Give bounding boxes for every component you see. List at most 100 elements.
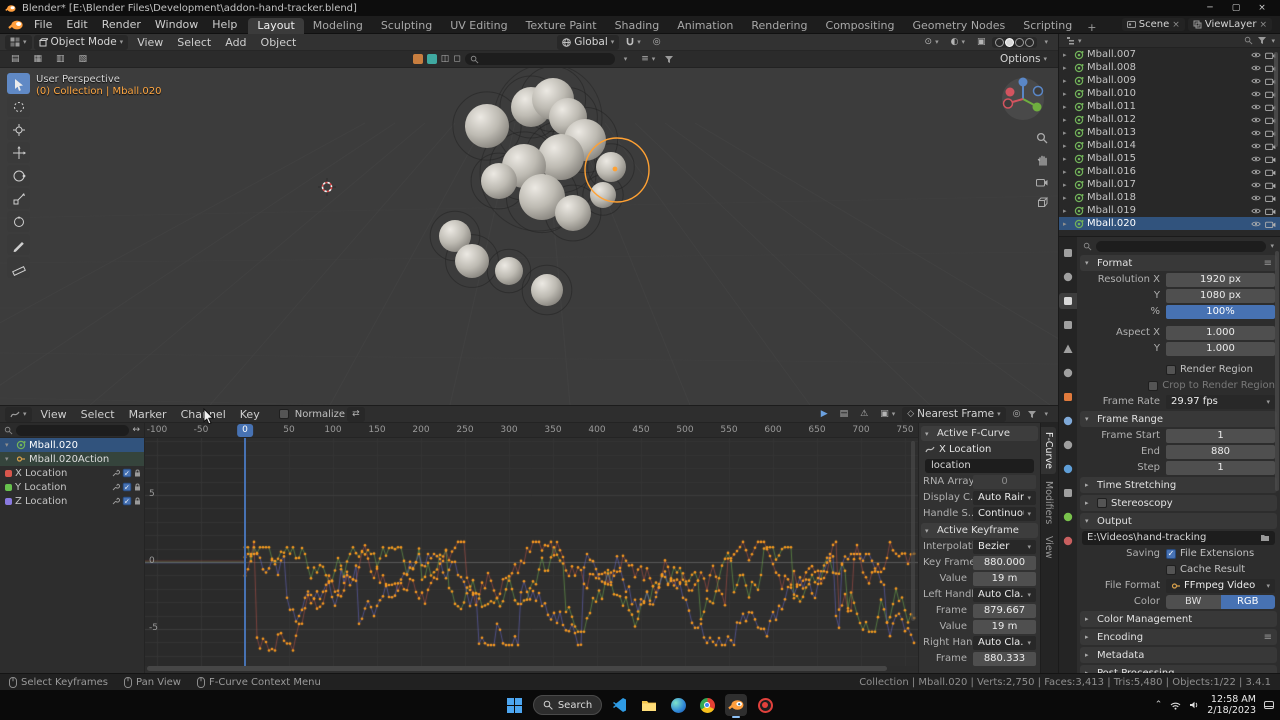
notification-center-icon[interactable] [1264,700,1274,710]
disclosure-triangle-icon[interactable]: ▾ [5,455,13,463]
cache-result-checkbox[interactable] [1166,564,1176,575]
start-button[interactable] [504,694,526,716]
value-field[interactable]: 19 m [973,571,1036,586]
section-header-color-management[interactable]: ▸ Color Management [1080,611,1277,627]
add-workspace-button[interactable]: + [1081,21,1102,34]
tray-overflow-chevron-icon[interactable]: ⌃ [1155,700,1163,710]
viewport-3d[interactable]: User Perspective (0) Collection | Mball.… [0,68,1058,405]
disclosure-triangle-icon[interactable]: ▸ [1063,142,1071,150]
wireframe-shading-button[interactable] [995,37,1005,47]
auto-merge-icon[interactable]: ▣ ▾ [875,407,900,422]
rendered-shading-button[interactable] [1025,37,1035,47]
graph-menu-marker[interactable]: Marker [122,408,174,421]
panel-header-active-f-curve[interactable]: ▾ Active F-Curve [921,426,1038,441]
disclosure-triangle-icon[interactable]: ▸ [1063,51,1071,59]
snap-toggle[interactable]: ▾ [621,35,646,50]
viewport-search-input[interactable] [464,53,615,65]
outliner-item-mball-019[interactable]: ▸ Mball.019 [1059,204,1280,217]
value-field[interactable]: 19 m [973,619,1036,634]
disable-in-renders-camera-icon[interactable] [1265,220,1276,228]
show-gizmo-toggle[interactable]: ⊙ ▾ [920,35,944,50]
workspace-tab-geometry-nodes[interactable]: Geometry Nodes [903,18,1014,34]
y-field[interactable]: 1080 px [1166,288,1275,303]
tab-physics-properties[interactable] [1059,461,1077,477]
viewport-menu-view[interactable]: View [130,36,170,49]
channel-enable-checkbox[interactable]: ✓ [122,496,132,506]
brush-color-primary[interactable] [412,54,423,64]
sidebar-tab-f-curve[interactable]: F-Curve [1041,427,1056,474]
aspect-x-field[interactable]: 1.000 [1166,325,1275,340]
tab-material-properties[interactable] [1059,533,1077,549]
lock-icon[interactable] [134,469,141,477]
resolution-x-field[interactable]: 1920 px [1166,272,1275,287]
viewport-menu-add[interactable]: Add [218,36,253,49]
tab-data-properties[interactable] [1059,509,1077,525]
disclosure-triangle-icon[interactable]: ▸ [1063,155,1071,163]
sidebar-tab-modifiers[interactable]: Modifiers [1041,476,1056,529]
tab-constraints-properties[interactable] [1059,485,1077,501]
hide-in-viewport-eye-icon[interactable] [1251,142,1261,150]
section-header-post-processing[interactable]: ▸ Post Processing [1080,665,1277,673]
step-field[interactable]: 1 [1166,460,1275,475]
unlink-view-layer-icon[interactable]: × [1259,20,1267,30]
tab-render-properties[interactable] [1059,269,1077,285]
hide-in-viewport-eye-icon[interactable] [1251,64,1261,72]
scale-tool-button[interactable] [7,188,30,209]
tab-particles-properties[interactable] [1059,437,1077,453]
transform-tool-button[interactable] [7,211,30,232]
filter-funnel-icon[interactable] [1257,36,1267,45]
workspace-tab-shading[interactable]: Shading [606,18,669,34]
graph-menu-select[interactable]: Select [74,408,122,421]
normalize-auto-button[interactable]: ⇄ [347,406,365,422]
workspace-tab-scripting[interactable]: Scripting [1014,18,1081,34]
output-path-field[interactable]: E:\Videos\hand-tracking [1082,530,1275,545]
frame-field[interactable]: 879.667 [973,603,1036,618]
toggle-rgb[interactable]: RGB [1220,594,1275,609]
outliner-item-mball-007[interactable]: ▸ Mball.007 [1059,48,1280,61]
blender-logo-icon[interactable] [4,19,27,30]
tweak-tool-button[interactable] [7,73,30,94]
tool-settings-toggle-icon[interactable]: ▤ [6,52,25,67]
channel-mball-020action[interactable]: ▾ Mball.020Action [0,452,144,466]
show-overlays-toggle[interactable]: ◐ ▾ [946,35,970,50]
outliner-item-mball-011[interactable]: ▸ Mball.011 [1059,100,1280,113]
disclosure-triangle-icon[interactable]: ▸ [1063,116,1071,124]
hide-in-viewport-eye-icon[interactable] [1251,129,1261,137]
disclosure-triangle-icon[interactable]: ▸ [1063,168,1071,176]
channel-y-location[interactable]: Y Location ✓ [0,480,144,494]
options-button[interactable]: Options ▾ [995,52,1052,67]
snapping-options-icon[interactable]: ▥ [51,52,70,67]
graph-menu-view[interactable]: View [34,408,74,421]
-field[interactable]: 100% [1166,304,1275,319]
select-circle-tool-button[interactable] [7,96,30,117]
view-plane-icon[interactable]: ◻ [453,54,460,64]
preset-menu-icon[interactable]: ≡ [1264,258,1272,269]
outliner-item-mball-014[interactable]: ▸ Mball.014 [1059,139,1280,152]
hide-in-viewport-eye-icon[interactable] [1251,103,1261,111]
options-grid-icon[interactable]: ▧ [74,52,93,67]
blender-app-icon[interactable] [725,694,748,718]
edge-browser-app-icon[interactable] [667,694,689,716]
volume-icon[interactable] [1189,700,1199,710]
viewport-menu-select[interactable]: Select [170,36,218,49]
hide-in-viewport-eye-icon[interactable] [1251,194,1261,202]
viewport-menu-object[interactable]: Object [254,36,304,49]
menu-render[interactable]: Render [95,18,148,31]
properties-scrollbar[interactable] [1275,251,1279,491]
lock-icon[interactable] [134,483,141,491]
tab-view-layer-properties[interactable] [1059,317,1077,333]
taskbar-search[interactable]: Search [532,695,603,715]
modifier-wrench-icon[interactable] [112,483,120,491]
key-frame-field[interactable]: 880.000 [973,555,1036,570]
toggle-bw[interactable]: BW [1166,594,1221,609]
channel-enable-checkbox[interactable]: ✓ [122,482,132,492]
taskbar-clock[interactable]: 12:58 AM 2/18/2023 [1207,694,1256,716]
sidebar-tab-view[interactable]: View [1041,531,1056,564]
preset-menu-icon[interactable]: ≡ [1264,632,1272,643]
disclosure-triangle-icon[interactable]: ▸ [1063,129,1071,137]
outliner-item-mball-016[interactable]: ▸ Mball.016 [1059,165,1280,178]
filter-funnel-icon[interactable] [664,55,674,64]
interpolation-dropdown[interactable]: Bezier ▾ [973,539,1036,554]
outliner-item-mball-010[interactable]: ▸ Mball.010 [1059,87,1280,100]
outliner-item-mball-018[interactable]: ▸ Mball.018 [1059,191,1280,204]
